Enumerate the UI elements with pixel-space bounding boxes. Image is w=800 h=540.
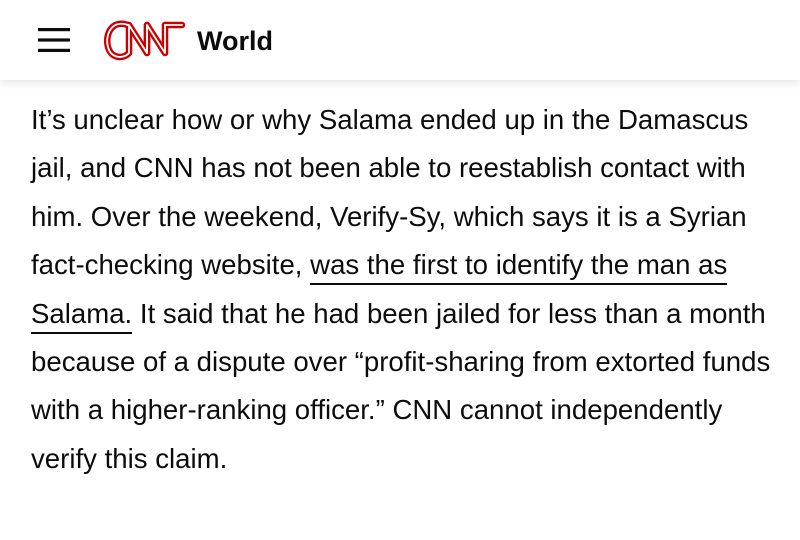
menu-button[interactable] (38, 26, 70, 54)
article-body: It’s unclear how or why Salama ended up … (31, 96, 771, 483)
article-paragraph: It’s unclear how or why Salama ended up … (31, 96, 771, 483)
cnn-logo-mark (104, 20, 186, 61)
paragraph-text-after-link: It said that he had been jailed for less… (31, 297, 771, 474)
site-header: World (0, 0, 800, 80)
cnn-logo[interactable] (102, 15, 188, 63)
section-label-world[interactable]: World (197, 24, 273, 58)
hamburger-menu-icon (38, 28, 70, 52)
